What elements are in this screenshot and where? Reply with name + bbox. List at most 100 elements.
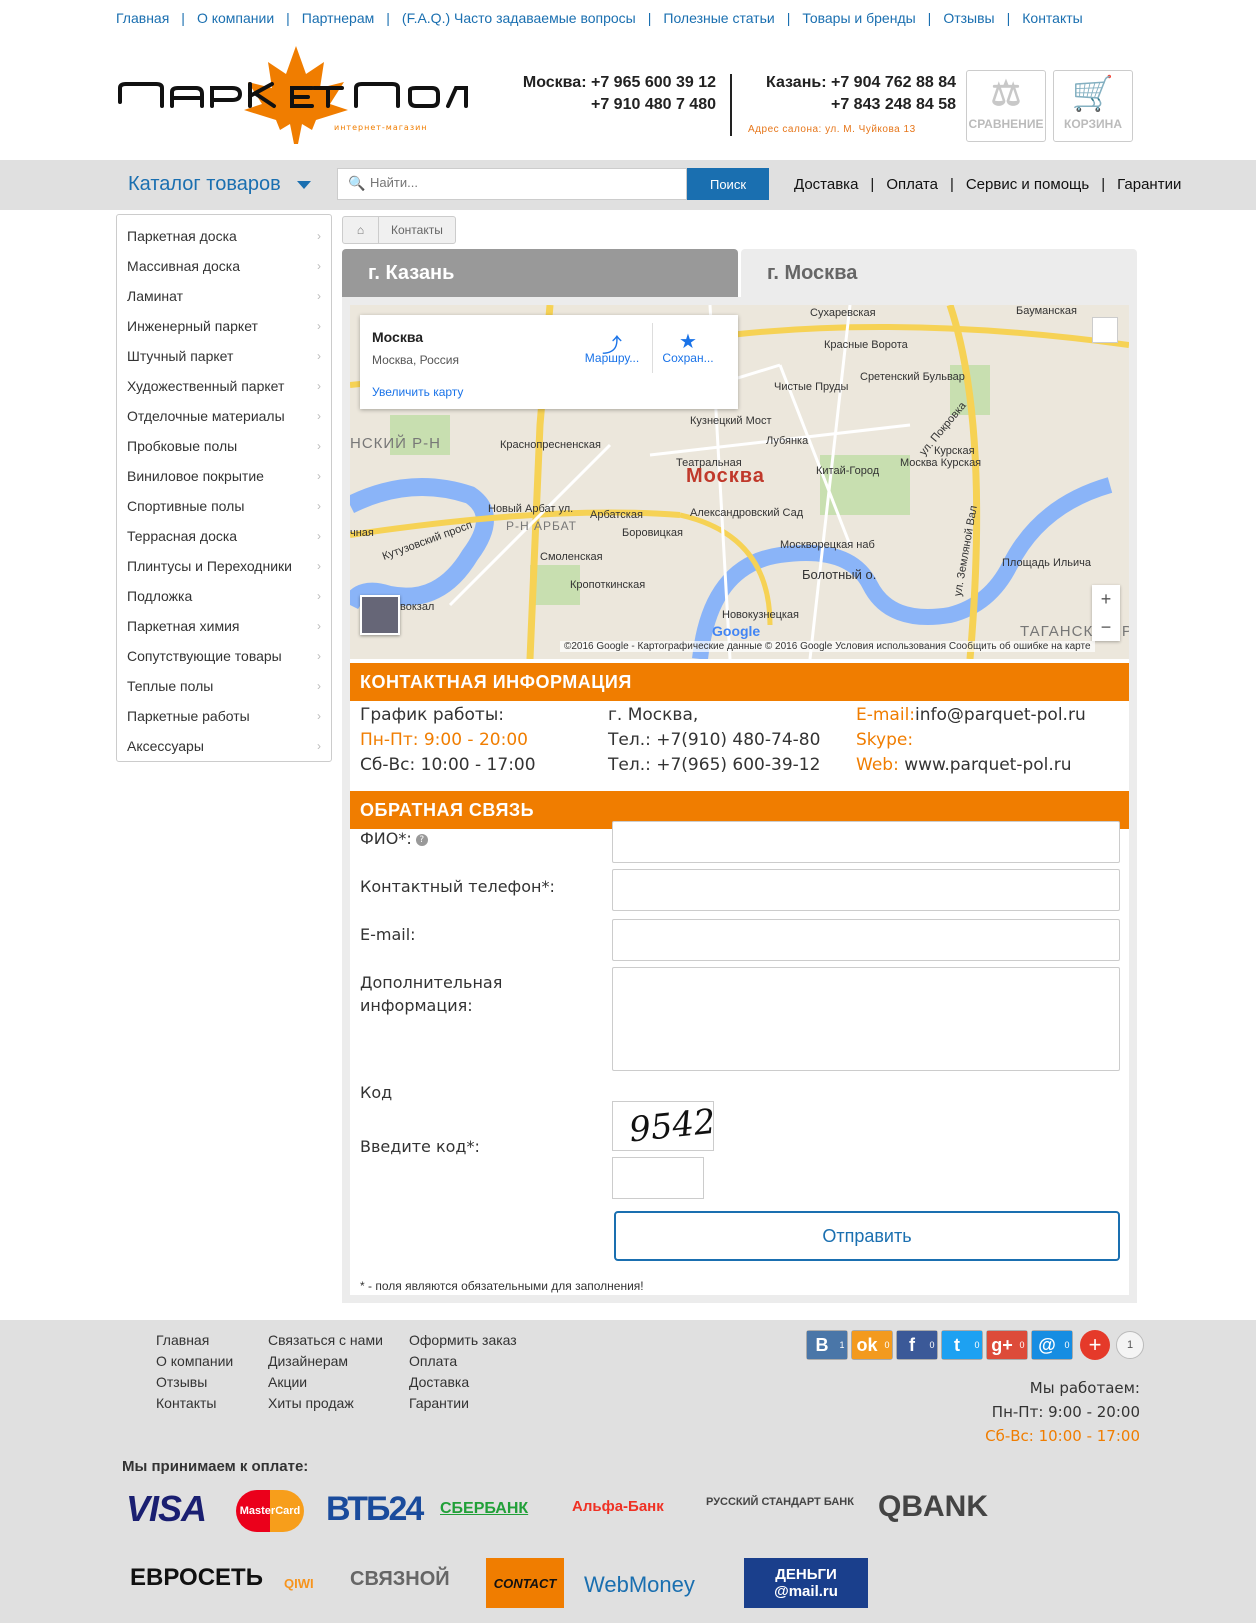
- nav-separator: |: [786, 10, 791, 26]
- footer-column-2: Связаться с нами Дизайнерам Акции Хиты п…: [268, 1330, 383, 1414]
- map-label: Курская: [934, 445, 975, 457]
- zoom-out-icon[interactable]: −: [1092, 613, 1120, 641]
- footer-link[interactable]: Главная: [156, 1330, 233, 1351]
- moscow-phone-2[interactable]: +7 910 480 7 480: [494, 94, 716, 116]
- sidebar-item[interactable]: Террасная доска ›: [117, 521, 331, 551]
- chevron-right-icon: ›: [317, 229, 321, 243]
- sidebar-item[interactable]: Плинтусы и Переходники ›: [117, 551, 331, 581]
- sidebar-item[interactable]: Пробковые полы ›: [117, 431, 331, 461]
- sidebar-item[interactable]: Аксессуары ›: [117, 731, 331, 761]
- plus-icon[interactable]: +: [1080, 1330, 1110, 1360]
- catalog-dropdown[interactable]: Каталог товаров: [128, 173, 311, 196]
- extra-info-textarea[interactable]: [612, 967, 1120, 1071]
- share-gplus-button[interactable]: g+ 0: [986, 1330, 1028, 1360]
- map-label: Сухаревская: [810, 307, 876, 319]
- map-label: Красные Ворота: [824, 339, 908, 351]
- footer-link[interactable]: Дизайнерам: [268, 1351, 383, 1372]
- link-delivery[interactable]: Доставка: [794, 176, 858, 193]
- submit-button[interactable]: Отправить: [614, 1211, 1120, 1261]
- nav-faq[interactable]: (F.A.Q.) Часто задаваемые вопросы: [402, 10, 636, 26]
- footer-link[interactable]: Акции: [268, 1372, 383, 1393]
- home-icon[interactable]: ⌂: [343, 217, 379, 243]
- nav-contacts[interactable]: Контакты: [1022, 10, 1082, 26]
- chevron-right-icon: ›: [317, 589, 321, 603]
- fio-field[interactable]: [612, 821, 1120, 863]
- sidebar-item-label: Террасная доска: [127, 528, 238, 544]
- footer-link[interactable]: Отзывы: [156, 1372, 233, 1393]
- code-field[interactable]: [612, 1157, 704, 1199]
- nav-reviews[interactable]: Отзывы: [943, 10, 994, 26]
- footer-link[interactable]: Связаться с нами: [268, 1330, 383, 1351]
- footer-link[interactable]: Хиты продаж: [268, 1393, 383, 1414]
- footer-link[interactable]: Контакты: [156, 1393, 233, 1414]
- zoom-in-icon[interactable]: +: [1092, 585, 1120, 613]
- satellite-toggle[interactable]: [360, 595, 400, 635]
- footer-link[interactable]: Оплата: [409, 1351, 517, 1372]
- nav-about[interactable]: О компании: [197, 10, 274, 26]
- route-button[interactable]: ⤴ Маршру...: [582, 329, 642, 365]
- sidebar-item[interactable]: Спортивные полы ›: [117, 491, 331, 521]
- fullscreen-icon[interactable]: [1092, 317, 1118, 343]
- footer-link[interactable]: Оформить заказ: [409, 1330, 517, 1351]
- captcha-image: 9542: [612, 1101, 717, 1151]
- sidebar-item[interactable]: Паркетные работы ›: [117, 701, 331, 731]
- chevron-right-icon: ›: [317, 439, 321, 453]
- sidebar-item[interactable]: Сопутствующие товары ›: [117, 641, 331, 671]
- share-mail-button[interactable]: @0: [1031, 1330, 1073, 1360]
- kazan-phone-1[interactable]: +7 904 762 88 84: [831, 74, 956, 91]
- sidebar-item[interactable]: Паркетная доска ›: [117, 221, 331, 251]
- extra-info-line-1: Дополнительная: [360, 973, 503, 992]
- tab-moscow[interactable]: г. Москва: [741, 249, 1137, 297]
- share-twitter-button[interactable]: t0: [941, 1330, 983, 1360]
- footer-link[interactable]: Гарантии: [409, 1393, 517, 1414]
- web-link[interactable]: www.parquet-pol.ru: [904, 755, 1071, 775]
- google-map[interactable]: Сухаревская Бауманская Красные Ворота Чи…: [350, 305, 1129, 659]
- zoom-controls: + −: [1092, 585, 1120, 641]
- nav-partners[interactable]: Партнерам: [302, 10, 374, 26]
- kazan-label: Казань:: [766, 74, 827, 91]
- search-button[interactable]: Поиск: [687, 168, 769, 200]
- tab-kazan[interactable]: г. Казань: [342, 249, 738, 297]
- sidebar-item[interactable]: Теплые полы ›: [117, 671, 331, 701]
- star-icon: ★: [679, 331, 697, 353]
- moscow-phone-1[interactable]: +7 965 600 39 12: [591, 74, 716, 91]
- sidebar-item[interactable]: Массивная доска ›: [117, 251, 331, 281]
- email-link[interactable]: info@parquet-pol.ru: [915, 705, 1086, 725]
- kazan-phone-2[interactable]: +7 843 248 84 58: [742, 94, 956, 116]
- cart-button[interactable]: 🛒 КОРЗИНА: [1053, 70, 1133, 142]
- sidebar-item[interactable]: Отделочные материалы ›: [117, 401, 331, 431]
- sidebar-item-label: Сопутствующие товары: [127, 648, 282, 664]
- compare-button[interactable]: ⚖ СРАВНЕНИЕ: [966, 70, 1046, 142]
- nav-brands[interactable]: Товары и бренды: [802, 10, 915, 26]
- save-place-button[interactable]: ★ Сохран...: [658, 329, 718, 365]
- sidebar-item[interactable]: Ламинат ›: [117, 281, 331, 311]
- link-service[interactable]: Сервис и помощь: [966, 176, 1089, 193]
- map-label: Боровицкая: [622, 527, 683, 539]
- email-field[interactable]: [612, 919, 1120, 961]
- footer-link[interactable]: Доставка: [409, 1372, 517, 1393]
- contact-phone-1[interactable]: Тел.: +7(910) 480-74-80: [608, 728, 820, 753]
- sidebar-item[interactable]: Штучный паркет ›: [117, 341, 331, 371]
- site-logo[interactable]: интернет-магазин: [116, 44, 476, 144]
- link-guarantee[interactable]: Гарантии: [1117, 176, 1181, 193]
- contact-phone-2[interactable]: Тел.: +7(965) 600-39-12: [608, 753, 820, 778]
- enlarge-map-link[interactable]: Увеличить карту: [372, 385, 463, 399]
- captcha-graphic: 9542: [627, 1102, 717, 1151]
- phone-field[interactable]: [612, 869, 1120, 911]
- share-vk-button[interactable]: B1: [806, 1330, 848, 1360]
- map-label: Болотный о.: [802, 567, 877, 582]
- link-payment[interactable]: Оплата: [886, 176, 938, 193]
- sidebar-item[interactable]: Художественный паркет ›: [117, 371, 331, 401]
- nav-articles[interactable]: Полезные статьи: [663, 10, 774, 26]
- contacts-panel: Сухаревская Бауманская Красные Ворота Чи…: [342, 297, 1137, 1303]
- nav-home[interactable]: Главная: [116, 10, 169, 26]
- share-ok-button[interactable]: ok 0: [851, 1330, 893, 1360]
- search-input[interactable]: [370, 175, 670, 190]
- sidebar-item[interactable]: Подложка ›: [117, 581, 331, 611]
- sidebar-item[interactable]: Паркетная химия ›: [117, 611, 331, 641]
- sidebar-item[interactable]: Инженерный паркет ›: [117, 311, 331, 341]
- footer-link[interactable]: О компании: [156, 1351, 233, 1372]
- sidebar-item[interactable]: Виниловое покрытие ›: [117, 461, 331, 491]
- help-icon[interactable]: ?: [415, 833, 428, 846]
- share-facebook-button[interactable]: f0: [896, 1330, 938, 1360]
